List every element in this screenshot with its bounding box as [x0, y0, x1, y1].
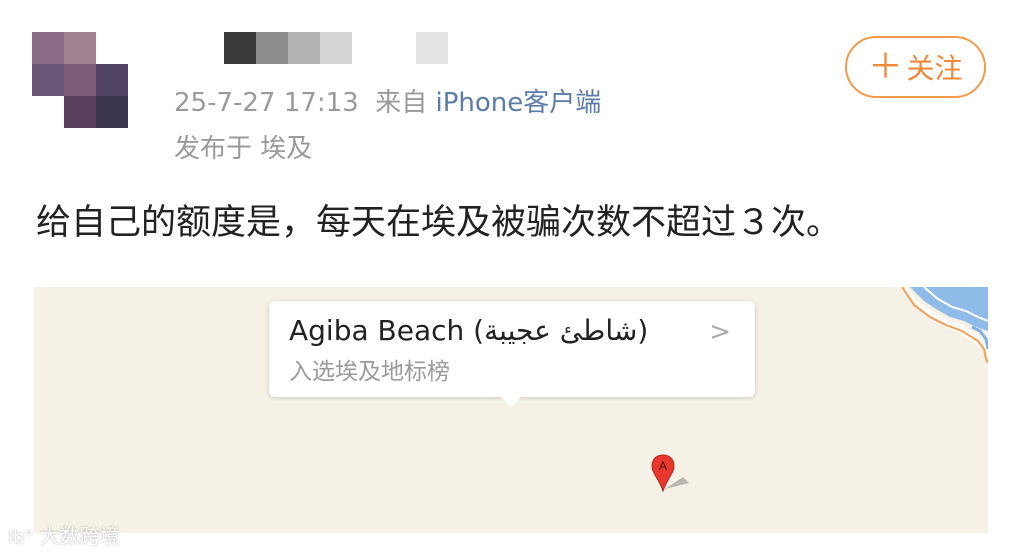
post-via: 来自 — [375, 88, 428, 118]
marker-letter: A — [659, 459, 667, 473]
watermark: lb° 大数跨境 — [8, 522, 120, 552]
username-pixelated[interactable] — [224, 32, 448, 64]
chevron-right-icon: > — [709, 317, 731, 347]
place-callout[interactable]: Agiba Beach (شاطئ عجيبة) 入选埃及地标榜 > — [269, 301, 755, 407]
watermark-text: 大数跨境 — [39, 524, 120, 548]
place-subtitle: 入选埃及地标榜 — [289, 359, 450, 385]
client-link[interactable]: iPhone客户端 — [435, 88, 601, 118]
post-timestamp: 25-7-27 17:13 — [174, 88, 359, 118]
avatar[interactable] — [32, 32, 128, 128]
map-marker-icon[interactable]: A — [651, 453, 691, 495]
follow-button[interactable]: ＋ 关注 — [845, 36, 986, 98]
plus-icon: ＋ — [868, 47, 903, 87]
post-text: 给自己的额度是，每天在埃及被骗次数不超过３次。 — [36, 203, 842, 243]
map-card[interactable]: Agiba Beach (شاطئ عجيبة) 入选埃及地标榜 > A — [34, 287, 988, 533]
place-name: Agiba Beach (شاطئ عجيبة) — [289, 314, 649, 347]
post-meta: 25-7-27 17:13 来自 iPhone客户端 — [174, 86, 601, 120]
watermark-logo: lb° — [8, 527, 34, 548]
follow-label: 关注 — [906, 52, 963, 85]
post-location: 发布于 埃及 — [174, 134, 313, 164]
